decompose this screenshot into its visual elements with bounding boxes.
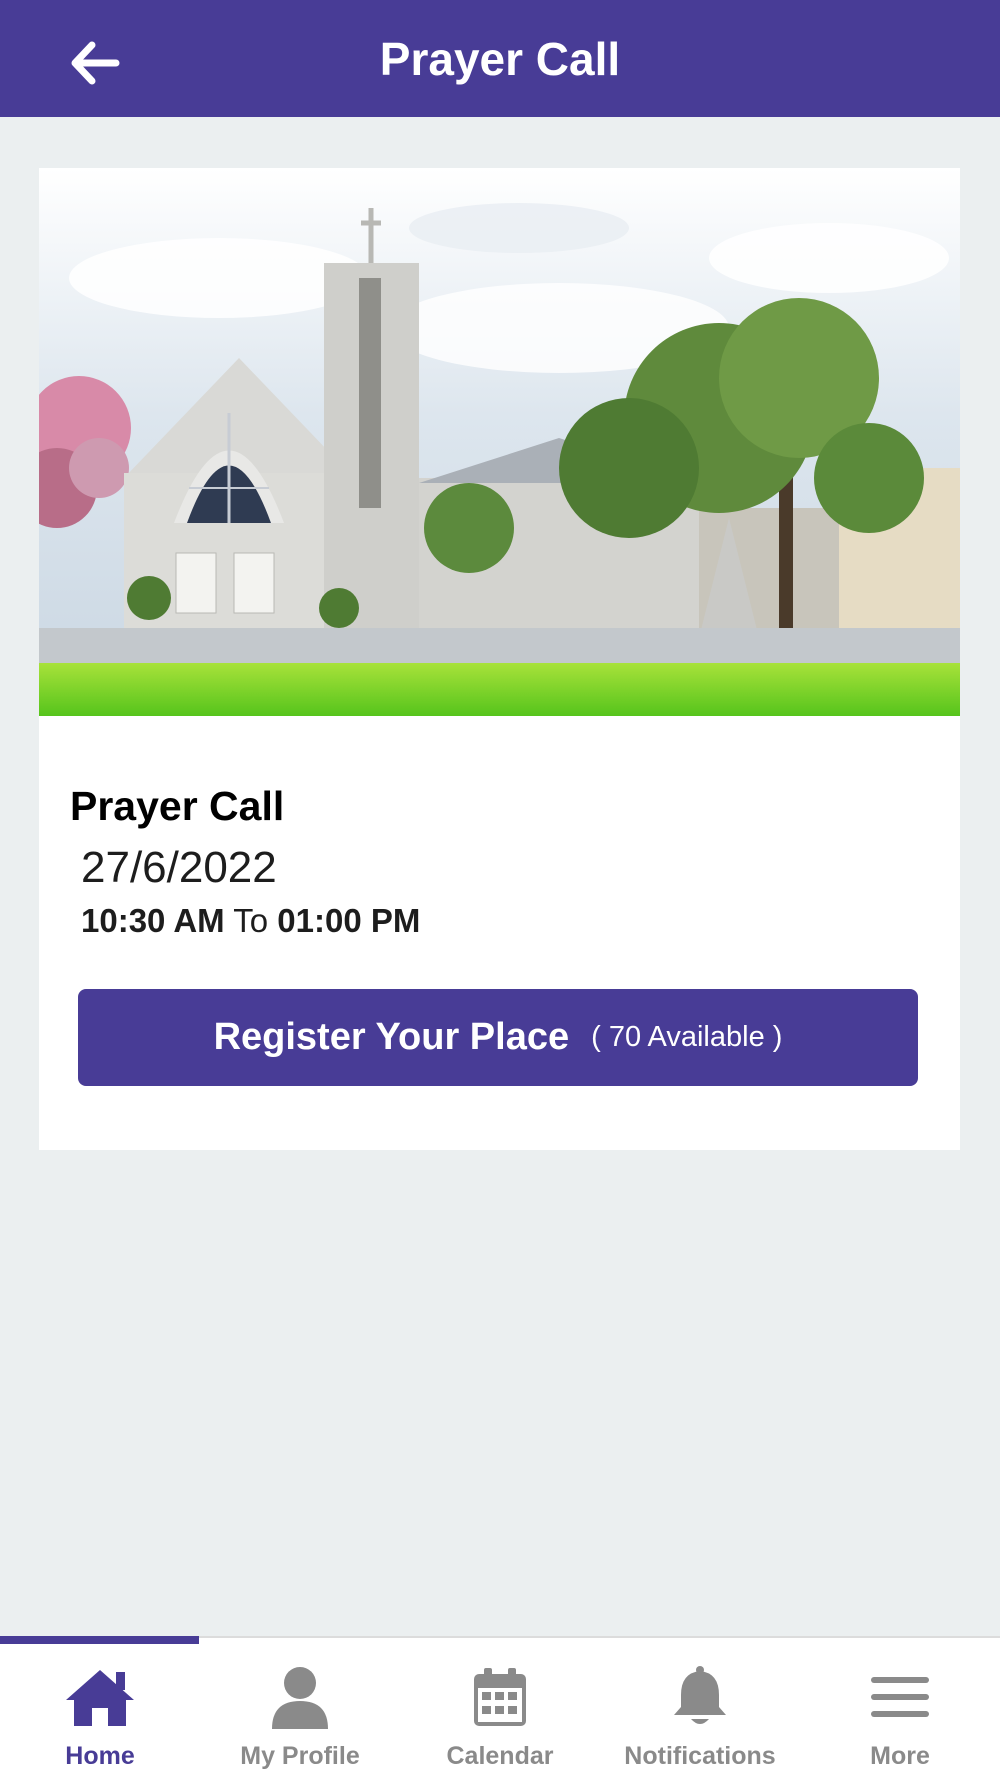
tab-more-label: More [870, 1742, 930, 1770]
tab-notifications[interactable]: Notifications [600, 1638, 800, 1780]
start-time: 10:30 AM [81, 902, 225, 939]
event-title: Prayer Call [70, 783, 285, 829]
calendar-icon [474, 1668, 526, 1726]
time-separator: To [233, 902, 269, 939]
event-date: 27/6/2022 [81, 843, 277, 892]
tab-calendar[interactable]: Calendar [400, 1638, 600, 1780]
availability-count: ( 70 Available ) [591, 1021, 783, 1053]
event-card: Prayer Call 27/6/2022 10:30 AM To 01:00 … [39, 168, 960, 1150]
church-photo [39, 168, 960, 716]
tab-my-profile[interactable]: My Profile [200, 1638, 400, 1780]
tab-more[interactable]: More [800, 1638, 1000, 1780]
event-time: 10:30 AM To 01:00 PM [81, 900, 420, 942]
bottom-tab-bar: Home My Profile Calendar Notifications M… [0, 1636, 1000, 1780]
register-button-label: Register Your Place [213, 1016, 570, 1058]
home-icon [66, 1670, 134, 1726]
tab-calendar-label: Calendar [446, 1742, 554, 1770]
app-bar: Prayer Call [0, 0, 1000, 117]
person-icon [272, 1667, 328, 1729]
end-time: 01:00 PM [277, 902, 421, 939]
tab-home[interactable]: Home [0, 1638, 200, 1780]
register-button[interactable]: Register Your Place ( 70 Available ) [78, 989, 918, 1086]
tab-my-profile-label: My Profile [240, 1742, 360, 1770]
page-title: Prayer Call [379, 33, 621, 85]
menu-icon [871, 1677, 929, 1717]
tab-home-label: Home [65, 1742, 135, 1770]
bell-icon [674, 1666, 726, 1724]
tab-notifications-label: Notifications [624, 1742, 776, 1770]
